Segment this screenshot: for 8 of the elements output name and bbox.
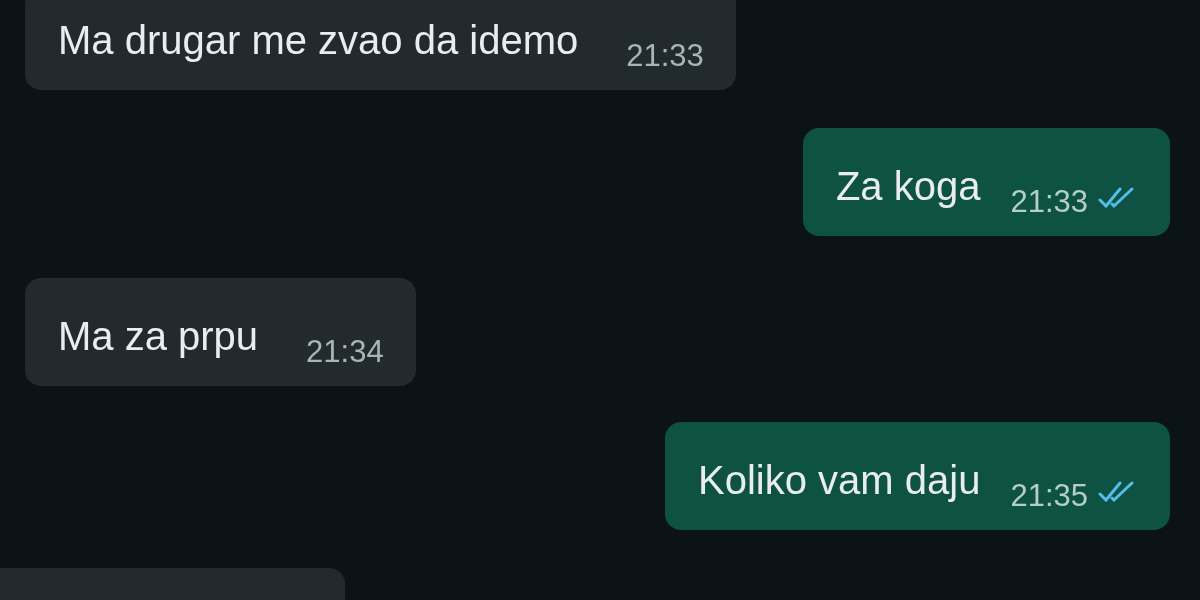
- message-text: Koliko vam daju: [698, 457, 981, 504]
- message-time: 21:34: [306, 333, 384, 371]
- message-text: Ma drugar me zvao da idemo: [58, 17, 579, 64]
- message-time: 21:33: [626, 37, 704, 75]
- message-text: Ma za prpu: [58, 313, 259, 360]
- message-time: 21:35: [1010, 477, 1088, 515]
- message-time: 21:33: [1010, 183, 1088, 221]
- message-text: Za koga: [835, 163, 981, 210]
